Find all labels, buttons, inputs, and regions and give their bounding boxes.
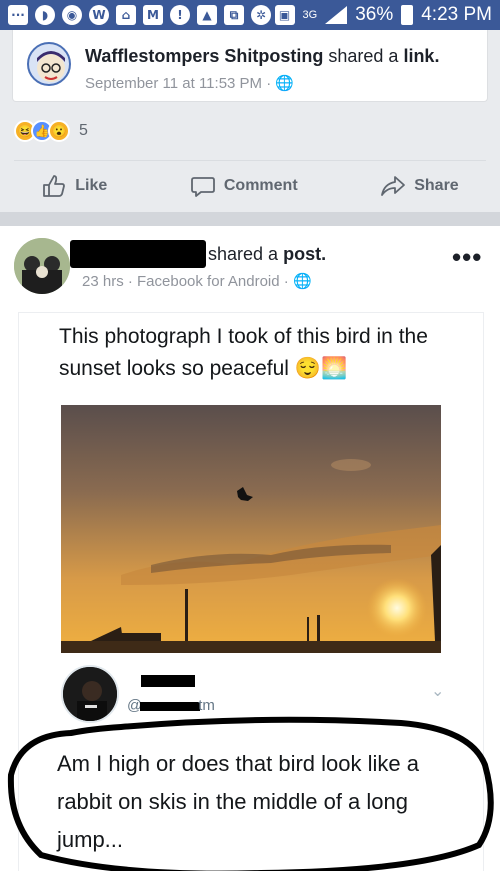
screenshot-icon: ⧉: [224, 5, 244, 25]
sync-icon: ✲: [251, 5, 271, 25]
poster-avatar[interactable]: [14, 238, 70, 294]
group-photo-icon: [14, 238, 70, 294]
cartoon-face-icon: [37, 51, 65, 82]
reply-avatar[interactable]: [61, 665, 119, 723]
lock-icon: ▣: [274, 5, 295, 25]
clock: 4:23 PM: [421, 4, 492, 25]
like-button[interactable]: Like: [41, 173, 107, 199]
facebook-notification-icon: ◉: [62, 5, 82, 25]
network-type: 3G: [302, 9, 318, 21]
reply-handle: @ tm: [127, 697, 215, 714]
messenger-icon: ◗: [35, 5, 55, 25]
action-bar: Like Comment Share: [0, 162, 500, 210]
feed-post: shared a post. 23 hrs · Facebook for And…: [0, 226, 500, 871]
page-avatar[interactable]: [27, 42, 71, 86]
comment-icon: [190, 177, 215, 197]
redacted-reply-name: [141, 675, 195, 687]
post-object-link[interactable]: post.: [283, 244, 326, 264]
redacted-handle: [140, 701, 201, 711]
more-options-button[interactable]: •••: [452, 242, 482, 273]
battery-percent: 36%: [355, 4, 394, 25]
reactions-summary[interactable]: 😆 👍 😮 5: [14, 120, 88, 142]
share-button[interactable]: Share: [380, 173, 459, 199]
share-arrow-icon: [381, 176, 406, 196]
comment-label: Comment: [223, 177, 298, 194]
chevron-down-icon[interactable]: ⌄: [431, 681, 444, 701]
shared-object-link[interactable]: link.: [403, 46, 439, 66]
feed-separator: [0, 212, 500, 226]
image-icon: ▲: [197, 5, 217, 25]
alert-icon: !: [170, 5, 190, 25]
system-status: ▣ 3G 36% 4:23 PM: [274, 4, 492, 26]
sunset-photo[interactable]: [61, 405, 441, 653]
post-action-text: shared a: [208, 244, 279, 264]
reaction-count: 5: [79, 122, 88, 139]
reply-text: Am I high or does that bird look like a …: [57, 751, 419, 852]
tweet-text: This photograph I took of this bird in t…: [59, 325, 428, 380]
thumbs-up-icon: [43, 175, 66, 197]
w-app-icon: W: [89, 5, 109, 25]
notification-icons: ··· ◗ ◉ W ⌂ M ! ▲ ⧉ ✲: [8, 5, 271, 25]
divider: [14, 160, 486, 161]
shared-image[interactable]: This photograph I took of this bird in t…: [7, 312, 494, 871]
globe-icon: 🌐: [275, 75, 295, 92]
status-bar: ··· ◗ ◉ W ⌂ M ! ▲ ⧉ ✲ ▣ 3G 36% 4:23 PM: [0, 0, 500, 30]
shared-action-text: shared a: [328, 46, 399, 66]
redacted-name: [70, 240, 206, 268]
shared-timestamp[interactable]: September 11 at 11:53 PM: [85, 75, 262, 92]
globe-icon: 🌐: [292, 273, 312, 290]
home-icon: ⌂: [116, 5, 136, 25]
shared-link-card[interactable]: Wafflestompers Shitposting shared a link…: [12, 30, 488, 102]
reply-user-photo-icon: [63, 667, 117, 721]
page-name-link[interactable]: Wafflestompers Shitposting: [85, 46, 323, 66]
post-title: shared a post.: [208, 244, 326, 265]
battery-icon: [401, 5, 414, 25]
share-label: Share: [414, 177, 459, 194]
wow-reaction-icon: 😮: [48, 120, 70, 142]
comment-button[interactable]: Comment: [190, 173, 298, 199]
signal-icon: [325, 6, 348, 24]
post-meta-text[interactable]: 23 hrs · Facebook for Android ·: [82, 273, 289, 290]
post-meta: 23 hrs · Facebook for Android · 🌐: [82, 272, 312, 290]
messenger-dots-icon: ···: [8, 5, 28, 25]
gmail-icon: M: [143, 5, 163, 25]
shared-link-meta: September 11 at 11:53 PM · 🌐: [85, 75, 295, 92]
sunset-image: [61, 405, 441, 653]
shared-link-title: Wafflestompers Shitposting shared a link…: [85, 46, 439, 67]
like-label: Like: [75, 177, 108, 194]
